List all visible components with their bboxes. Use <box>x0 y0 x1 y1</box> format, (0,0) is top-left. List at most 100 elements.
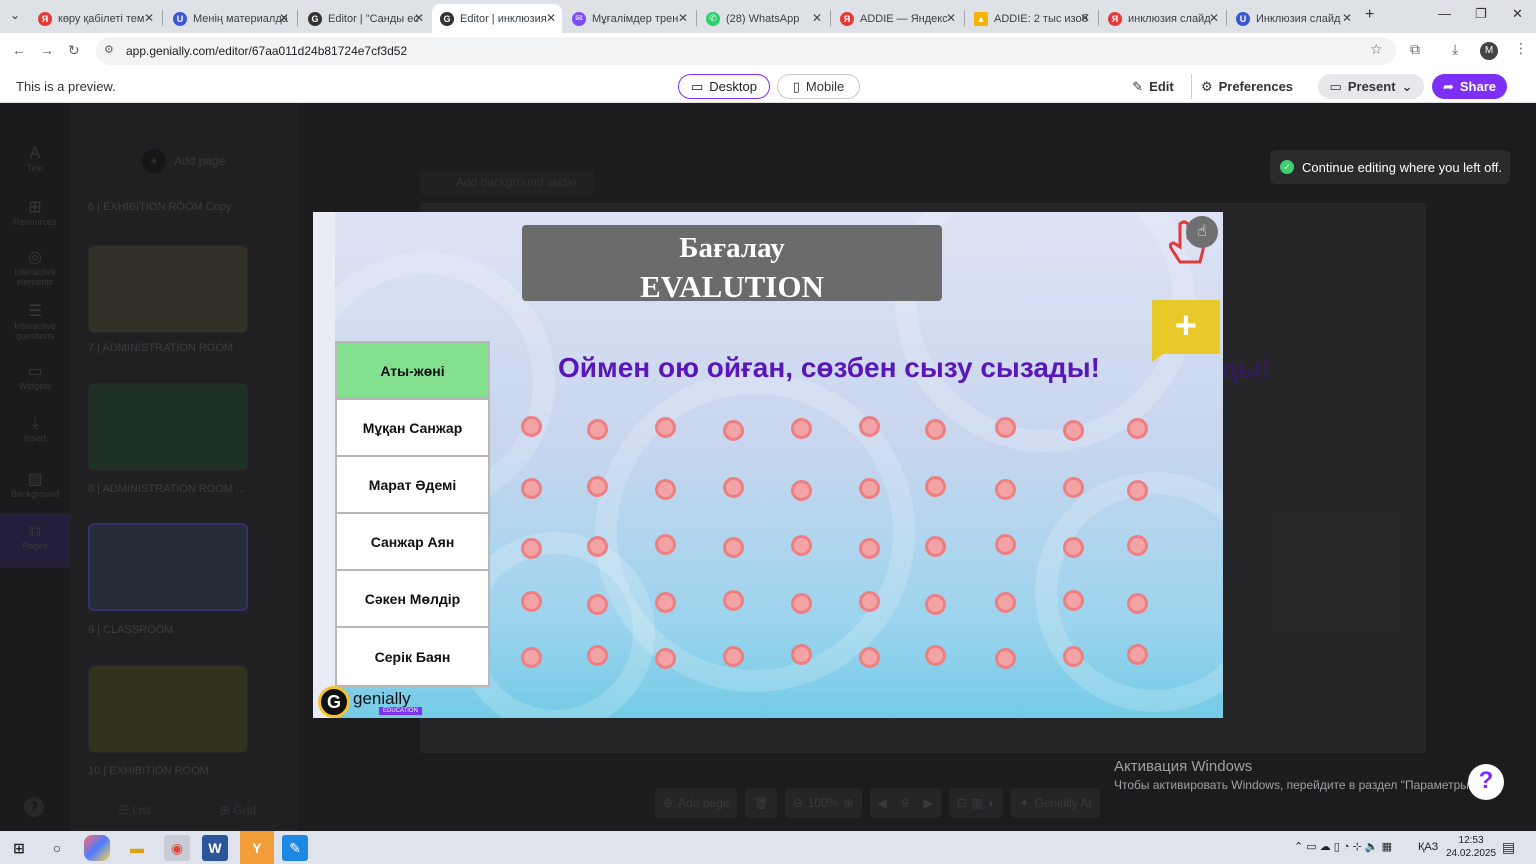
rating-dot[interactable] <box>1127 644 1148 665</box>
bookmark-star-icon[interactable]: ☆ <box>1370 41 1383 58</box>
rating-dot[interactable] <box>859 647 880 668</box>
download-icon[interactable]: ⤓ <box>1452 41 1458 58</box>
close-window-icon[interactable]: ✕ <box>1512 6 1523 22</box>
profile-avatar[interactable]: M <box>1480 42 1498 60</box>
rating-dot[interactable] <box>723 420 744 441</box>
notifications-icon[interactable]: ▤ <box>1502 839 1515 856</box>
rating-dot[interactable] <box>925 645 946 666</box>
browser-tab[interactable]: ✆ (28) WhatsApp ✕ <box>698 4 828 33</box>
rating-dot[interactable] <box>859 416 880 437</box>
rating-dot[interactable] <box>1127 480 1148 501</box>
browser-tab[interactable]: U Менің материалда ✕ <box>165 4 295 33</box>
restore-icon[interactable]: ❐ <box>1475 6 1487 22</box>
rating-dot[interactable] <box>521 538 542 559</box>
forward-icon[interactable]: → <box>40 42 54 58</box>
rating-dot[interactable] <box>995 417 1016 438</box>
browser-tab[interactable]: ▲ ADDIE: 2 тыс изоб ✕ <box>966 4 1096 33</box>
rating-dot[interactable] <box>521 647 542 668</box>
rating-dot[interactable] <box>925 594 946 615</box>
present-button[interactable]: ▭ Present ⌄ <box>1318 74 1424 99</box>
file-explorer-icon[interactable]: ▬ <box>124 835 150 861</box>
rating-dot[interactable] <box>521 416 542 437</box>
rating-dot[interactable] <box>723 590 744 611</box>
browser-tab[interactable]: Яинклюзия слайд ✕ <box>1100 4 1225 33</box>
extensions-icon[interactable]: ⧉ <box>1410 41 1420 58</box>
paint-icon[interactable]: ✎ <box>282 835 308 861</box>
rating-dot[interactable] <box>925 419 946 440</box>
rating-dot[interactable] <box>925 536 946 557</box>
reload-icon[interactable]: ↻ <box>68 42 80 59</box>
search-icon[interactable]: ○ <box>44 835 70 861</box>
rating-dot[interactable] <box>723 537 744 558</box>
rating-dot[interactable] <box>995 534 1016 555</box>
mobile-toggle[interactable]: ▯ Mobile <box>777 74 860 99</box>
word-icon[interactable]: W <box>202 835 228 861</box>
rating-dot[interactable] <box>1063 420 1084 441</box>
rating-dot[interactable] <box>723 477 744 498</box>
rating-dot[interactable] <box>791 535 812 556</box>
rating-dot[interactable] <box>587 594 608 615</box>
site-info-icon[interactable]: ⚙ <box>104 43 114 56</box>
copilot-icon[interactable] <box>84 835 110 861</box>
rating-dot[interactable] <box>1127 535 1148 556</box>
rating-dot[interactable] <box>859 478 880 499</box>
rating-dot[interactable] <box>723 646 744 667</box>
interactive-overlay-icon[interactable]: ☝ <box>1186 216 1218 248</box>
windows-start-icon[interactable]: ⊞ <box>6 835 32 861</box>
rating-dot[interactable] <box>655 479 676 500</box>
help-button[interactable]: ? <box>1468 764 1504 800</box>
close-icon[interactable]: ✕ <box>279 11 289 25</box>
rating-dot[interactable] <box>521 478 542 499</box>
clock[interactable]: 12:53 24.02.2025 <box>1446 834 1496 860</box>
rating-dot[interactable] <box>859 538 880 559</box>
rating-dot[interactable] <box>1063 477 1084 498</box>
rating-dot[interactable] <box>655 417 676 438</box>
browser-tab[interactable]: Я ADDIE — Яндекс ✕ <box>832 4 962 33</box>
rating-dot[interactable] <box>1127 418 1148 439</box>
edit-button[interactable]: ✎ Edit <box>1126 74 1180 99</box>
rating-dot[interactable] <box>995 648 1016 669</box>
back-icon[interactable]: ← <box>12 42 26 58</box>
close-icon[interactable]: ✕ <box>812 11 822 25</box>
close-icon[interactable]: ✕ <box>678 11 688 25</box>
rating-dot[interactable] <box>995 479 1016 500</box>
close-icon[interactable]: ✕ <box>546 11 556 25</box>
rating-dot[interactable] <box>1063 646 1084 667</box>
browser-tab[interactable]: U Инклюзия слайд ✕ <box>1228 4 1358 33</box>
desktop-toggle[interactable]: ▭ Desktop <box>678 74 770 99</box>
add-info-button[interactable]: + <box>1152 300 1220 354</box>
browser-tab-active[interactable]: G Editor | инклюзия ✕ <box>432 4 562 33</box>
tab-search-icon[interactable]: ⌄ <box>10 8 20 22</box>
browser-tab[interactable]: G Editor | "Санды ес ✕ <box>300 4 430 33</box>
rating-dot[interactable] <box>1127 593 1148 614</box>
minimize-icon[interactable]: — <box>1438 6 1451 21</box>
browser-menu-icon[interactable]: ⋮ <box>1514 40 1528 57</box>
rating-dot[interactable] <box>859 591 880 612</box>
rating-dot[interactable] <box>521 591 542 612</box>
language-indicator[interactable]: ҚАЗ <box>1418 841 1438 853</box>
new-tab-icon[interactable]: + <box>1365 6 1374 24</box>
close-icon[interactable]: ✕ <box>1209 11 1219 25</box>
rating-dot[interactable] <box>925 476 946 497</box>
rating-dot[interactable] <box>587 645 608 666</box>
rating-dot[interactable] <box>1063 590 1084 611</box>
close-icon[interactable]: ✕ <box>1342 11 1352 25</box>
tray-icons[interactable]: ⌃ ▭ ☁ ▯ ◔ ⊹ 🔈 ▦ <box>1294 840 1392 853</box>
close-icon[interactable]: ✕ <box>946 11 956 25</box>
close-icon[interactable]: ✕ <box>414 11 424 25</box>
rating-dot[interactable] <box>655 648 676 669</box>
rating-dot[interactable] <box>655 592 676 613</box>
url-input[interactable]: app.genially.com/editor/67aa011d24b81724… <box>96 37 1396 65</box>
rating-dot[interactable] <box>587 476 608 497</box>
rating-dot[interactable] <box>995 592 1016 613</box>
browser-tab[interactable]: Якөру қабілеті тем ✕ <box>30 4 160 33</box>
rating-dot[interactable] <box>791 644 812 665</box>
share-button[interactable]: ➦ Share <box>1432 74 1507 99</box>
browser-tab[interactable]: ✉ Мұғалімдер трен ✕ <box>564 4 694 33</box>
rating-dot[interactable] <box>587 419 608 440</box>
rating-dot[interactable] <box>791 593 812 614</box>
rating-dot[interactable] <box>791 418 812 439</box>
close-icon[interactable]: ✕ <box>144 11 154 25</box>
rating-dot[interactable] <box>587 536 608 557</box>
rating-dot[interactable] <box>655 534 676 555</box>
